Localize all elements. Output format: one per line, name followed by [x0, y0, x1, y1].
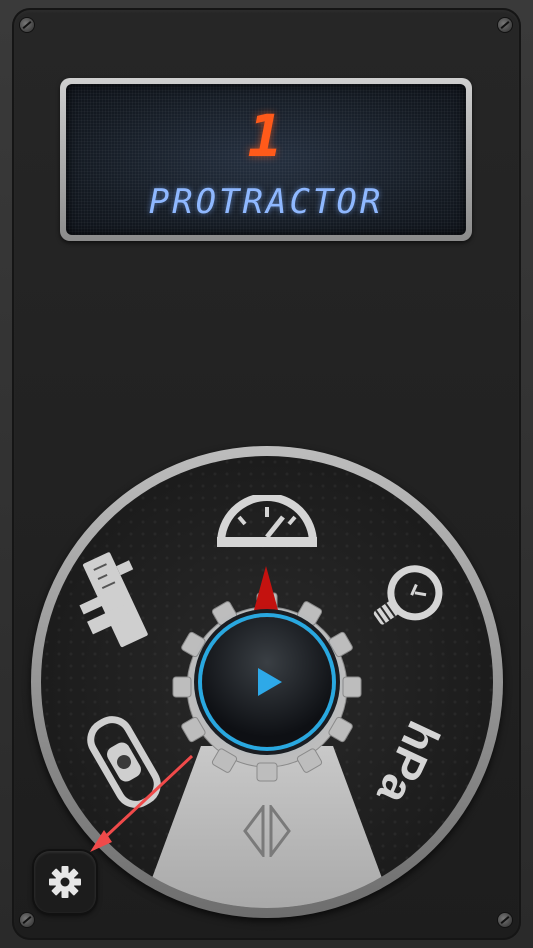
play-icon[interactable] [258, 668, 282, 696]
gear-icon [49, 866, 81, 898]
screw-icon [20, 913, 34, 927]
screw-icon [498, 18, 512, 32]
hpa-label: hPa [367, 714, 450, 812]
direction-needle-icon [254, 566, 278, 610]
mode-label: PROTRACTOR [148, 182, 384, 222]
lcd-display: 1 PROTRACTOR [60, 78, 472, 241]
app-background: 1 PROTRACTOR hPa [0, 0, 533, 948]
lightbulb-icon[interactable] [368, 565, 460, 639]
lcd-screen: 1 PROTRACTOR [66, 84, 466, 235]
speedometer-icon[interactable] [217, 495, 317, 547]
hpa-barometer-icon[interactable]: hPa [352, 712, 462, 812]
screw-icon [20, 18, 34, 32]
caliper-ruler-icon[interactable] [78, 548, 160, 648]
left-right-arrows-icon [243, 805, 291, 857]
settings-button[interactable] [34, 851, 96, 913]
level-icon[interactable] [86, 713, 162, 811]
screw-icon [498, 913, 512, 927]
reading-value: 1 [247, 102, 285, 170]
